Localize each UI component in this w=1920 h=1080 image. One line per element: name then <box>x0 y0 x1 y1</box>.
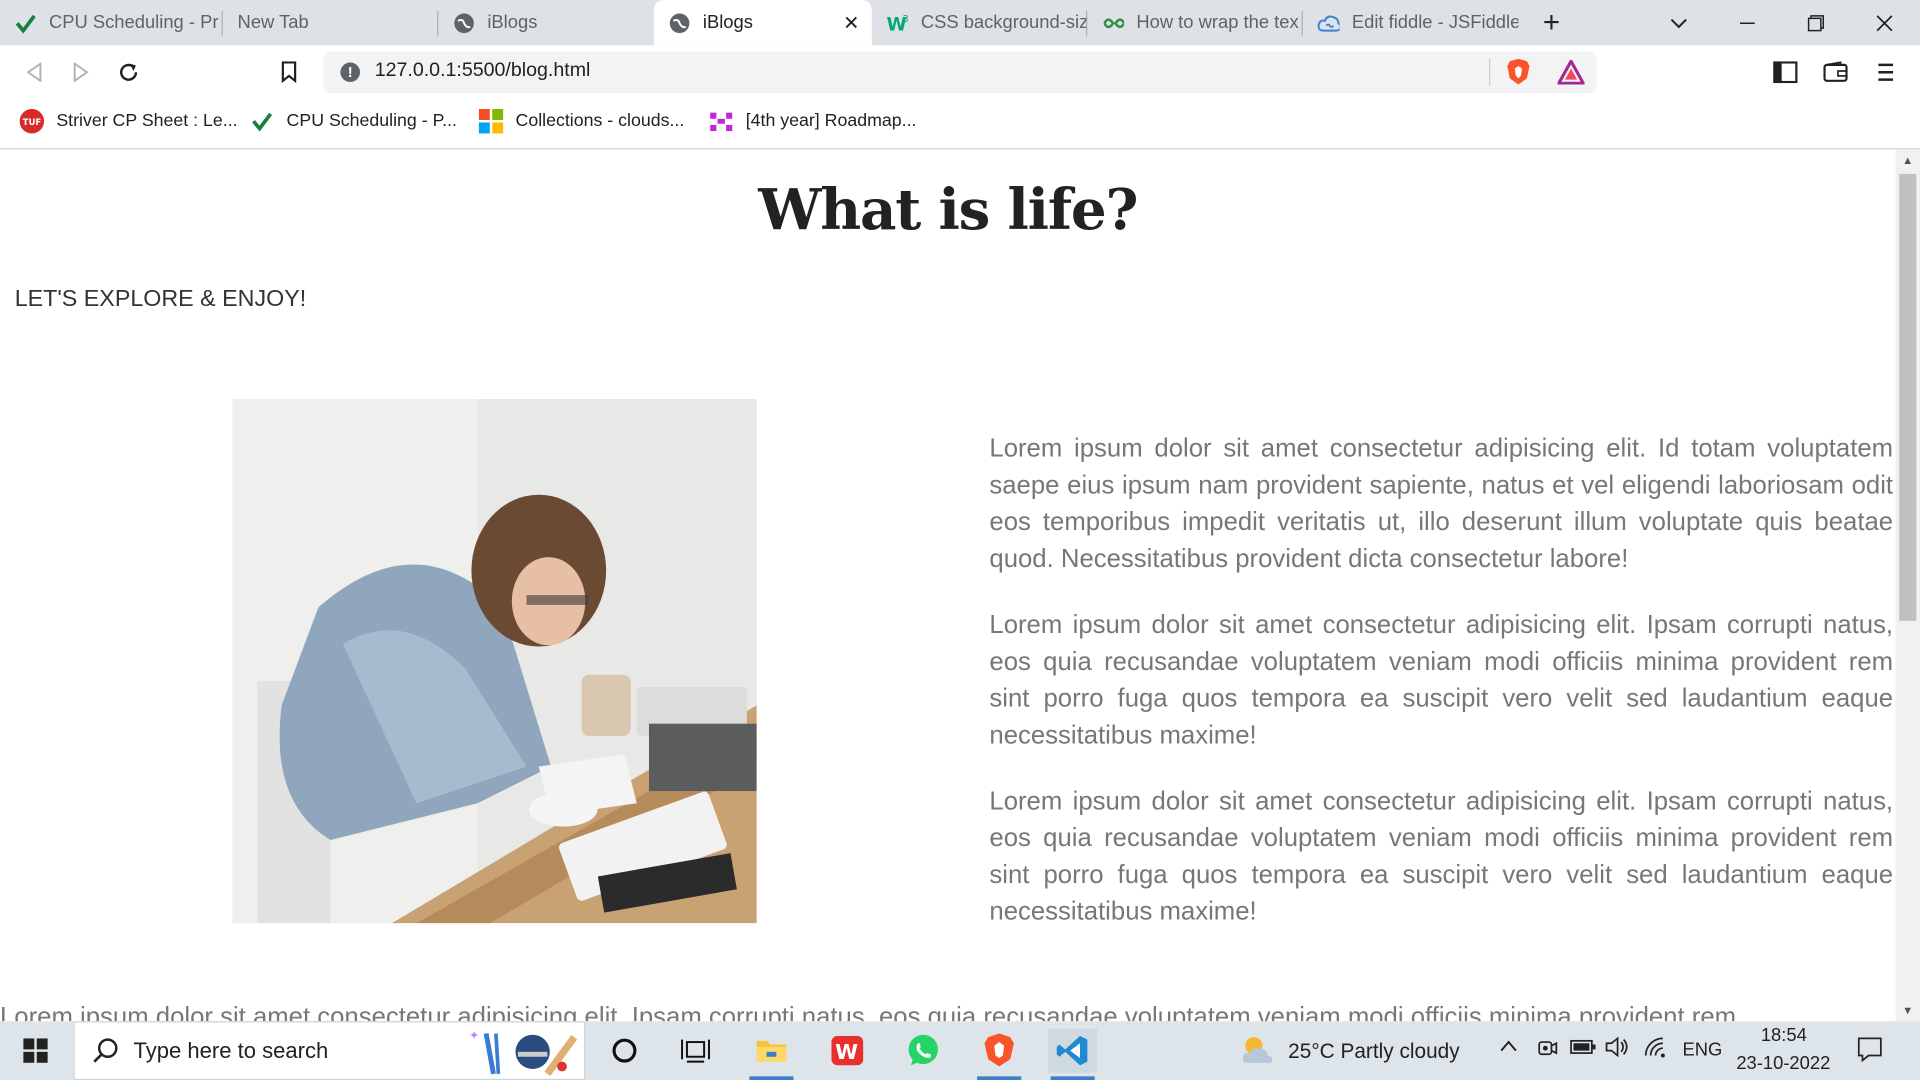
notifications-icon[interactable] <box>1856 1036 1883 1068</box>
taskbar-search-box[interactable]: Type here to search ✦ <box>73 1021 586 1080</box>
url-text: 127.0.0.1:5500/blog.html <box>374 60 591 81</box>
cloud-icon <box>1317 12 1340 34</box>
reload-icon[interactable] <box>114 58 143 87</box>
w3-icon: W3 <box>887 12 909 33</box>
article-paragraph: Lorem ipsum dolor sit amet consectetur a… <box>989 787 1894 926</box>
tab-search-chevron-icon[interactable] <box>1651 0 1707 45</box>
tab-title: How to wrap the tex <box>1136 12 1299 34</box>
bookmark-striver-cp-sheet[interactable]: TUF Striver CP Sheet : Le... <box>19 108 238 134</box>
minimize-icon[interactable] <box>1719 0 1775 45</box>
bookmark-collections[interactable]: Collections - clouds... <box>478 108 685 134</box>
whatsapp-icon[interactable] <box>899 1029 948 1073</box>
bottom-paragraph: Lorem ipsum dolor sit amet consectetur a… <box>0 1002 1737 1022</box>
search-icon <box>92 1037 119 1070</box>
weather-text[interactable]: 25°C Partly cloudy <box>1288 1040 1459 1064</box>
clock-date[interactable]: 23-10-2022 <box>1736 1053 1830 1074</box>
forward-icon[interactable] <box>66 58 95 87</box>
site-info-icon[interactable]: ! <box>340 62 361 83</box>
globe-icon <box>669 12 691 34</box>
task-view-icon[interactable] <box>671 1029 720 1073</box>
cricket-search-highlight-icon: ✦ <box>469 1027 579 1080</box>
search-placeholder: Type here to search <box>133 1038 329 1063</box>
microsoft-icon <box>478 108 504 134</box>
sidebar-toggle-icon[interactable] <box>1771 58 1800 87</box>
brave-rewards-icon[interactable] <box>1556 58 1586 91</box>
tab-jsfiddle[interactable]: Edit fiddle - JSFiddle <box>1303 0 1519 45</box>
volume-icon[interactable] <box>1604 1036 1631 1063</box>
tab-strip: CPU Scheduling - Pr New Tab iBlogs iBlog… <box>0 0 1920 46</box>
tab-cpu-scheduling[interactable]: CPU Scheduling - Pr <box>0 0 223 45</box>
brave-shields-icon[interactable] <box>1506 58 1530 92</box>
scroll-thumb[interactable] <box>1899 173 1917 621</box>
back-icon[interactable] <box>20 58 49 87</box>
bookmark-label: CPU Scheduling - P... <box>286 111 457 132</box>
gfg-icon <box>1102 12 1125 34</box>
svg-text:TUF: TUF <box>23 118 42 128</box>
page-viewport: What is life? LET'S EXPLORE & ENJOY! Lor… <box>0 149 1896 1022</box>
restore-icon[interactable] <box>1788 0 1844 45</box>
tab-title: CSS background-siz <box>920 12 1088 34</box>
vscode-icon[interactable] <box>1048 1028 1098 1080</box>
page-title: What is life? <box>758 176 1138 243</box>
tab-how-to-wrap[interactable]: How to wrap the tex <box>1087 0 1303 45</box>
wifi-icon[interactable] <box>1643 1036 1667 1063</box>
wps-office-icon[interactable]: W <box>823 1029 872 1073</box>
tab-new-tab[interactable]: New Tab <box>223 0 439 45</box>
file-explorer-icon[interactable] <box>747 1029 796 1080</box>
address-bar[interactable]: ! 127.0.0.1:5500/blog.html <box>323 51 1597 94</box>
close-window-icon[interactable] <box>1856 0 1912 45</box>
cortana-icon[interactable] <box>600 1029 649 1073</box>
bookmark-icon[interactable] <box>274 58 303 87</box>
bookmark-label: [4th year] Roadmap... <box>745 111 917 132</box>
bookmark-label: Striver CP Sheet : Le... <box>56 111 238 132</box>
globe-icon <box>453 12 475 34</box>
svg-text:✦: ✦ <box>469 1029 479 1043</box>
page-scrollbar[interactable]: ▲ ▼ <box>1895 149 1920 1022</box>
menu-icon[interactable] <box>1871 58 1900 87</box>
language-indicator[interactable]: ENG <box>1682 1040 1722 1061</box>
bookmark-cpu-scheduling[interactable]: CPU Scheduling - P... <box>250 109 457 133</box>
svg-text:W: W <box>835 1040 858 1064</box>
meet-now-icon[interactable] <box>1536 1037 1558 1064</box>
scroll-down-icon[interactable]: ▼ <box>1896 999 1920 1021</box>
weather-partly-cloudy-icon[interactable] <box>1239 1033 1278 1073</box>
bookmark-roadmap[interactable]: [4th year] Roadmap... <box>709 109 916 133</box>
show-hidden-icons-chevron-icon[interactable] <box>1499 1037 1519 1059</box>
new-tab-button[interactable]: + <box>1523 0 1579 45</box>
windows-taskbar: Type here to search ✦ W 25°C Partly clou… <box>0 1021 1920 1080</box>
bookmark-label: Collections - clouds... <box>515 111 685 132</box>
tab-title: iBlogs <box>487 12 538 34</box>
svg-text:3: 3 <box>902 13 908 24</box>
tab-title: Edit fiddle - JSFiddle <box>1351 12 1519 34</box>
article-paragraph: Lorem ipsum dolor sit amet consectetur a… <box>989 611 1894 750</box>
windows-start-icon[interactable] <box>0 1021 71 1080</box>
tab-iblogs[interactable]: iBlogs <box>438 0 654 45</box>
brave-browser-icon[interactable] <box>975 1029 1024 1080</box>
scroll-up-icon[interactable]: ▲ <box>1896 149 1920 171</box>
battery-icon[interactable] <box>1570 1038 1597 1060</box>
tuf-icon: TUF <box>19 108 45 134</box>
checkmark-icon <box>250 109 274 133</box>
tab-title: CPU Scheduling - Pr <box>48 12 219 34</box>
page-subtitle: LET'S EXPLORE & ENJOY! <box>14 286 307 313</box>
tab-title: iBlogs <box>702 12 753 34</box>
tab-title: New Tab <box>237 12 309 34</box>
article-text: Lorem ipsum dolor sit amet consectetur a… <box>989 431 1893 960</box>
wallet-icon[interactable] <box>1821 58 1850 87</box>
browser-toolbar: ! 127.0.0.1:5500/blog.html <box>0 45 1920 100</box>
roadmap-icon <box>709 109 733 133</box>
blog-image <box>232 399 757 924</box>
article-paragraph: Lorem ipsum dolor sit amet consectetur a… <box>989 434 1894 574</box>
clock-time[interactable]: 18:54 <box>1761 1025 1807 1046</box>
bookmarks-bar: TUF Striver CP Sheet : Le... CPU Schedul… <box>0 99 1920 150</box>
close-tab-icon[interactable]: ✕ <box>843 11 859 35</box>
tab-iblogs-active[interactable]: iBlogs ✕ <box>653 0 872 46</box>
checkmark-icon <box>15 12 37 34</box>
tab-css-background-size[interactable]: W3 CSS background-siz <box>872 0 1088 45</box>
